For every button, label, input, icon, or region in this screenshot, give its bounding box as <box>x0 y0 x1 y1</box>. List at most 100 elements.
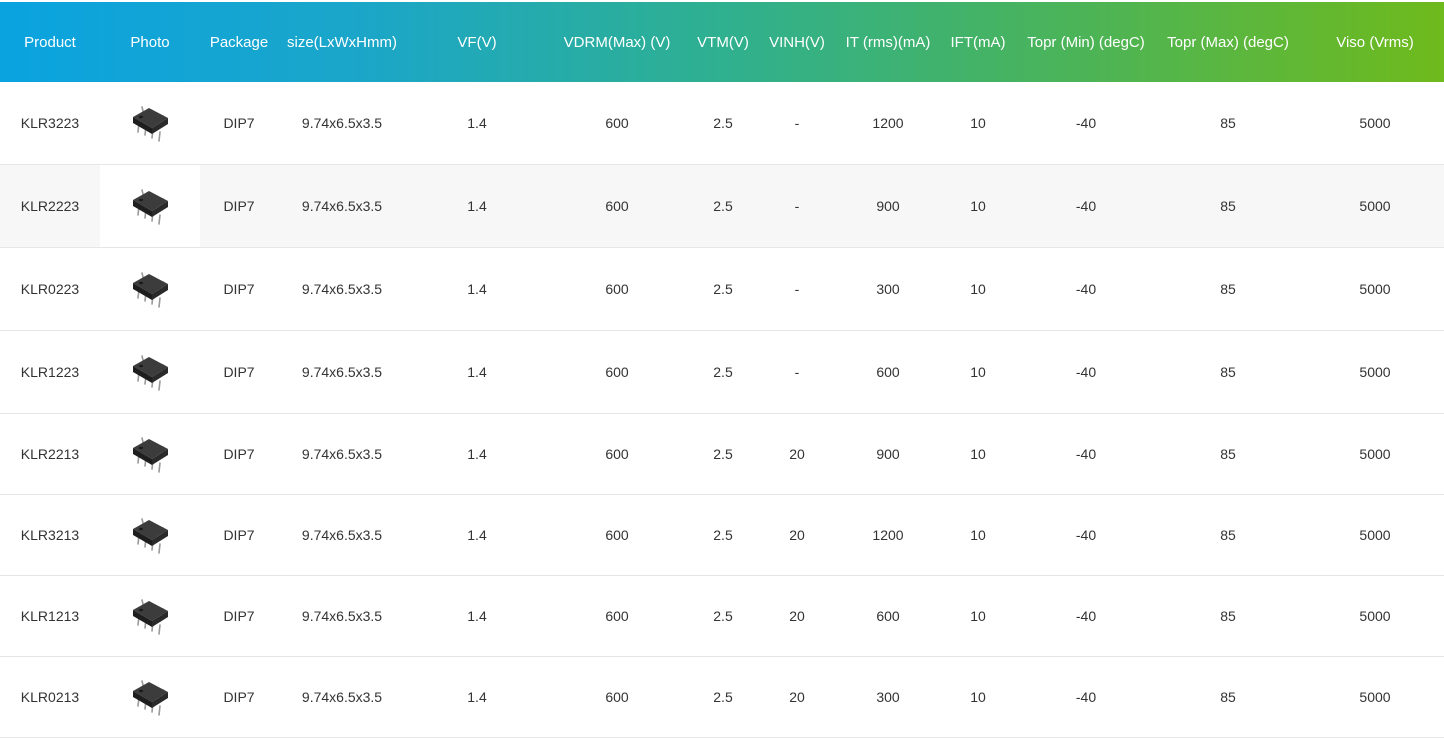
col-it[interactable]: IT (rms)(mA) <box>846 34 931 51</box>
dip-chip-icon[interactable] <box>129 677 171 717</box>
cell-topr-max: 85 <box>1220 608 1236 624</box>
cell-product[interactable]: KLR0213 <box>21 689 79 705</box>
cell-vtm: 2.5 <box>713 198 733 214</box>
cell-vf: 1.4 <box>467 364 487 380</box>
col-topr-max[interactable]: Topr (Max) (degC) <box>1167 34 1289 51</box>
cell-size: 9.74x6.5x3.5 <box>301 364 383 380</box>
cell-topr-min: -40 <box>1075 689 1097 705</box>
col-vtm[interactable]: VTM(V) <box>697 34 749 51</box>
col-vf[interactable]: VF(V) <box>457 34 496 51</box>
cell-vdrm: 600 <box>605 281 629 297</box>
dip-chip-icon[interactable] <box>129 269 171 309</box>
cell-vinh: 20 <box>789 689 805 705</box>
col-photo[interactable]: Photo <box>130 34 169 51</box>
col-product[interactable]: Product <box>24 34 76 51</box>
cell-topr-min: -40 <box>1075 527 1097 543</box>
col-size[interactable]: size(LxWxHmm) <box>287 34 397 51</box>
table-row: KLR2213 DIP7 9.74x6.5x3.5 1.4 600 2.5 20 900 10 -… <box>0 414 1444 495</box>
cell-it: 600 <box>876 608 900 624</box>
cell-ift: 10 <box>970 198 986 214</box>
col-vdrm[interactable]: VDRM(Max) (V) <box>564 34 671 51</box>
cell-package: DIP7 <box>223 689 255 705</box>
dip-chip-icon[interactable] <box>129 596 171 636</box>
dip-chip-icon[interactable] <box>129 352 171 392</box>
col-package[interactable]: Package <box>210 34 268 51</box>
cell-package: DIP7 <box>223 527 255 543</box>
cell-topr-min: -40 <box>1075 364 1097 380</box>
cell-it: 300 <box>876 689 900 705</box>
col-topr-min[interactable]: Topr (Min) (degC) <box>1027 34 1145 51</box>
cell-vtm: 2.5 <box>713 446 733 462</box>
cell-viso: 5000 <box>1359 527 1391 543</box>
cell-product[interactable]: KLR3213 <box>21 527 79 543</box>
cell-it: 300 <box>876 281 900 297</box>
cell-product[interactable]: KLR1223 <box>21 364 79 380</box>
cell-vinh: 20 <box>789 527 805 543</box>
cell-topr-min: -40 <box>1075 608 1097 624</box>
cell-vinh: - <box>794 198 800 214</box>
cell-vinh: 20 <box>789 446 805 462</box>
cell-vtm: 2.5 <box>713 527 733 543</box>
cell-size: 9.74x6.5x3.5 <box>301 446 383 462</box>
cell-viso: 5000 <box>1359 689 1391 705</box>
col-vinh[interactable]: VINH(V) <box>769 34 825 51</box>
cell-size: 9.74x6.5x3.5 <box>301 281 383 297</box>
dip-chip-icon[interactable] <box>129 515 171 555</box>
cell-product[interactable]: KLR2213 <box>21 446 79 462</box>
cell-vtm: 2.5 <box>713 115 733 131</box>
cell-vtm: 2.5 <box>713 608 733 624</box>
table-header: Product Photo Package size(LxWxHmm) VF(V… <box>0 2 1444 82</box>
cell-size: 9.74x6.5x3.5 <box>301 527 383 543</box>
cell-vf: 1.4 <box>467 446 487 462</box>
dip-chip-icon[interactable] <box>129 186 171 226</box>
cell-product[interactable]: KLR2223 <box>21 198 79 214</box>
cell-product[interactable]: KLR3223 <box>21 115 79 131</box>
table-row: KLR1223 DIP7 9.74x6.5x3.5 1.4 600 2.5 - 600 10 -4… <box>0 331 1444 414</box>
cell-vinh: - <box>794 364 800 380</box>
cell-vf: 1.4 <box>467 608 487 624</box>
cell-package: DIP7 <box>223 115 255 131</box>
cell-product[interactable]: KLR0223 <box>21 281 79 297</box>
dip-chip-icon[interactable] <box>129 103 171 143</box>
cell-topr-max: 85 <box>1220 364 1236 380</box>
col-viso[interactable]: Viso (Vrms) <box>1336 34 1414 51</box>
product-table: Product Photo Package size(LxWxHmm) VF(V… <box>0 2 1444 738</box>
cell-viso: 5000 <box>1359 281 1391 297</box>
cell-vf: 1.4 <box>467 689 487 705</box>
cell-vdrm: 600 <box>605 115 629 131</box>
dip-chip-icon[interactable] <box>129 434 171 474</box>
cell-size: 9.74x6.5x3.5 <box>301 608 383 624</box>
cell-vf: 1.4 <box>467 115 487 131</box>
cell-topr-max: 85 <box>1220 689 1236 705</box>
cell-vtm: 2.5 <box>713 281 733 297</box>
cell-it: 1200 <box>872 527 904 543</box>
cell-vinh: - <box>794 281 800 297</box>
table-row: KLR3223 DIP7 9.74x6.5x3.5 1.4 600 2.5 - 1200 10 -… <box>0 82 1444 165</box>
cell-viso: 5000 <box>1359 364 1391 380</box>
cell-viso: 5000 <box>1359 446 1391 462</box>
cell-package: DIP7 <box>223 281 255 297</box>
cell-package: DIP7 <box>223 608 255 624</box>
cell-size: 9.74x6.5x3.5 <box>301 198 383 214</box>
cell-it: 900 <box>876 198 900 214</box>
table-row: KLR3213 DIP7 9.74x6.5x3.5 1.4 600 2.5 20 1200 10… <box>0 495 1444 576</box>
cell-topr-max: 85 <box>1220 527 1236 543</box>
cell-ift: 10 <box>970 115 986 131</box>
cell-package: DIP7 <box>223 198 255 214</box>
cell-product[interactable]: KLR1213 <box>21 608 79 624</box>
cell-vinh: - <box>794 115 800 131</box>
cell-package: DIP7 <box>223 446 255 462</box>
cell-vinh: 20 <box>789 608 805 624</box>
table-row: KLR1213 DIP7 9.74x6.5x3.5 1.4 600 2.5 20 600 10 -… <box>0 576 1444 657</box>
cell-ift: 10 <box>970 527 986 543</box>
cell-topr-min: -40 <box>1075 281 1097 297</box>
table-row: KLR0223 DIP7 9.74x6.5x3.5 1.4 600 2.5 - 300 10 -4… <box>0 248 1444 331</box>
cell-ift: 10 <box>970 608 986 624</box>
cell-topr-max: 85 <box>1220 198 1236 214</box>
cell-topr-max: 85 <box>1220 281 1236 297</box>
cell-it: 900 <box>876 446 900 462</box>
col-ift[interactable]: IFT(mA) <box>951 34 1006 51</box>
cell-vtm: 2.5 <box>713 689 733 705</box>
cell-ift: 10 <box>970 364 986 380</box>
cell-vf: 1.4 <box>467 281 487 297</box>
